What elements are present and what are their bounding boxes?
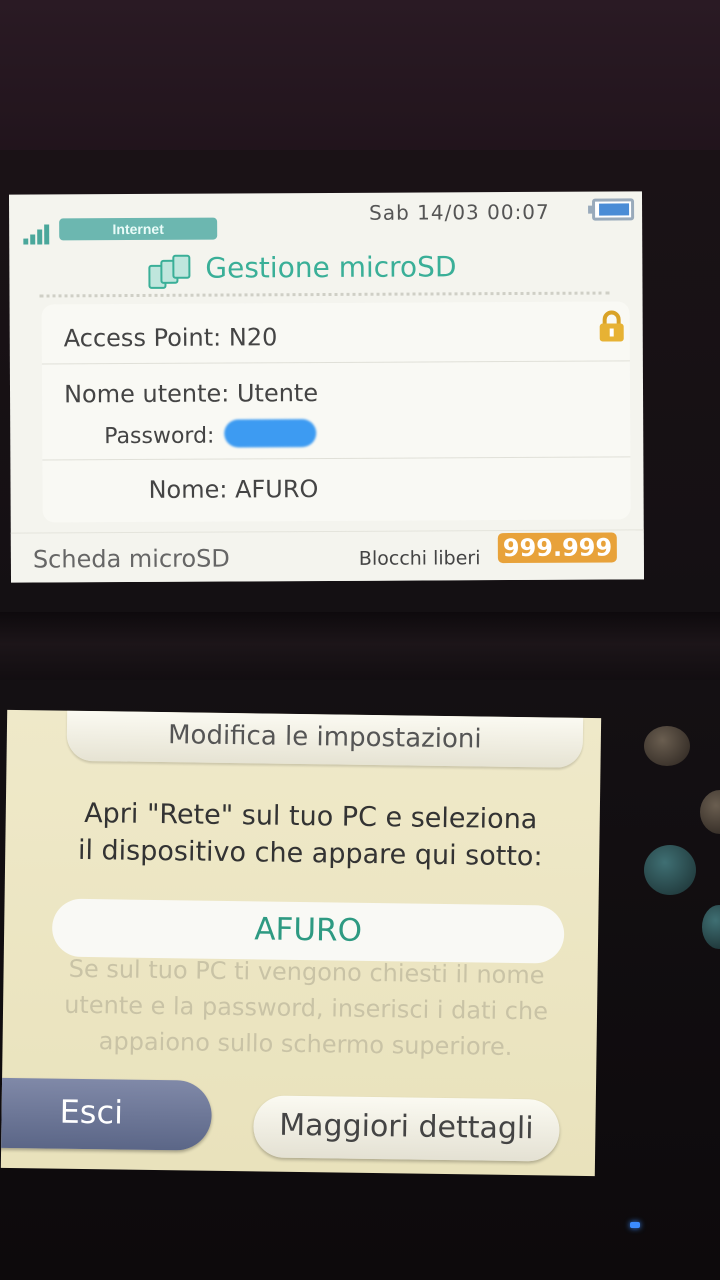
battery-icon (592, 198, 635, 221)
device-name-text: Nome: AFURO (148, 475, 319, 504)
device-name-row: Nome: AFURO (42, 457, 630, 522)
instructions-line-2: il dispositivo che appare qui sotto: (77, 834, 543, 873)
free-blocks-label: Blocchi liberi (358, 547, 481, 570)
power-led (630, 1222, 640, 1228)
username-text: Nome utente: Utente (63, 379, 319, 409)
header-title: Modifica le impostazioni (167, 720, 482, 755)
header-tab: Modifica le impostazioni (66, 710, 584, 768)
lock-icon (599, 310, 624, 342)
access-point-row: Access Point: N20 (41, 301, 630, 365)
more-details-button[interactable]: Maggiori dettagli (253, 1095, 560, 1162)
title-row: Gestione microSD (9, 247, 642, 290)
status-bar: Internet Sab 14/03 00:07 (9, 191, 642, 245)
page-title: Gestione microSD (205, 250, 457, 285)
microsd-label: Scheda microSD (32, 544, 230, 574)
clock: Sab 14/03 00:07 (369, 199, 550, 225)
password-label: Password: (104, 423, 215, 450)
password-redaction (224, 419, 317, 448)
top-screen: Internet Sab 14/03 00:07 Gestione microS… (8, 191, 645, 583)
exit-button[interactable]: Esci (0, 1077, 213, 1151)
credentials-note: Se sul tuo PC ti vengono chiesti il nome… (30, 950, 581, 1066)
title-divider (39, 291, 610, 298)
connection-info-panel: Access Point: N20 Nome utente: Utente Pa… (41, 301, 631, 523)
bottom-screen: Modifica le impostazioni Apri "Rete" sul… (0, 709, 602, 1177)
storage-bar: Scheda microSD Blocchi liberi 999.999 (10, 529, 645, 583)
microsd-cards-icon (148, 254, 191, 289)
x-button (644, 726, 690, 766)
device-name: AFURO (254, 911, 363, 949)
internet-badge: Internet (59, 217, 218, 241)
free-blocks-value: 999.999 (497, 532, 618, 564)
credentials-row: Nome utente: Utente Password: (41, 361, 631, 461)
signal-bars-icon (23, 224, 50, 245)
note-line-3: appaiono sullo schermo superiore. (98, 1027, 513, 1061)
exit-button-label: Esci (59, 1092, 124, 1132)
y-button (644, 845, 696, 895)
more-details-label: Maggiori dettagli (279, 1107, 534, 1147)
access-point-text: Access Point: N20 (63, 323, 278, 353)
instructions-text: Apri "Rete" sul tuo PC e seleziona il di… (45, 794, 576, 875)
